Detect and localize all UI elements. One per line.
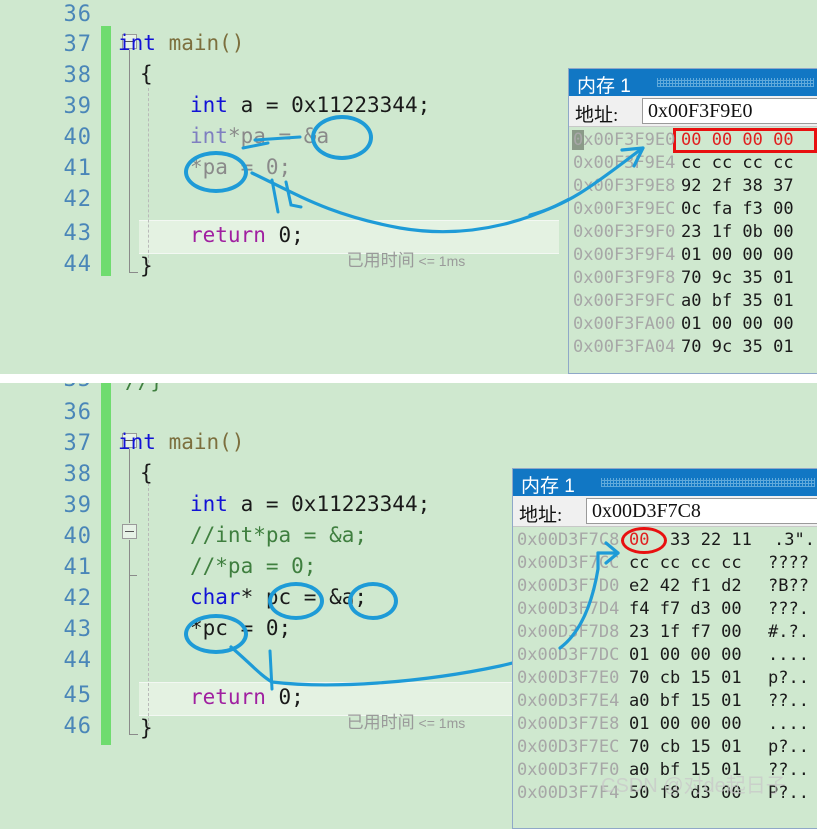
- pane-divider: [0, 374, 817, 383]
- annotation-arrow-bottom: [558, 541, 620, 650]
- bottom-screenshot-pane: 35 36 37 38 39 40 41 42 43 44 45 46 //} …: [0, 383, 817, 829]
- top-screenshot-pane: 36 37 38 39 40 41 42 43 44 int main() { …: [0, 0, 817, 374]
- annotation-arrow-head-top: [528, 146, 645, 217]
